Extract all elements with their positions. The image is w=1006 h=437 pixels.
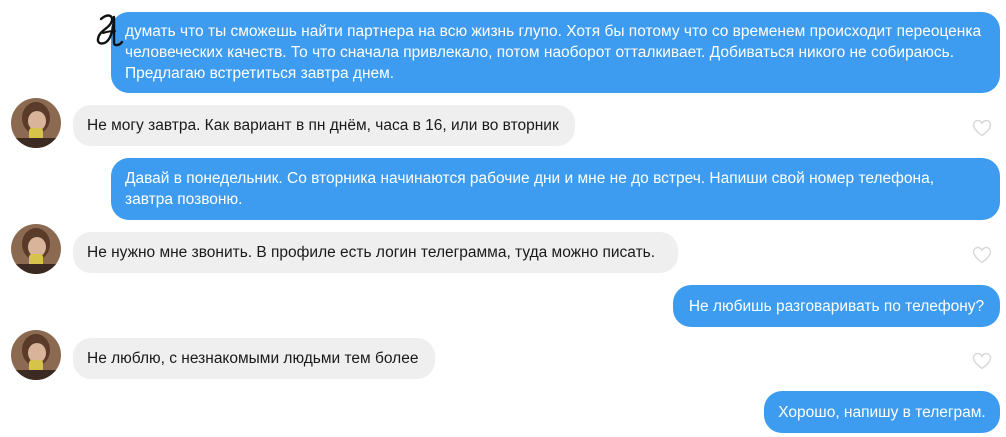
message-incoming[interactable]: Не нужно мне звонить. В профиле есть лог… bbox=[73, 232, 678, 273]
heart-outline-icon[interactable] bbox=[972, 119, 992, 137]
message-outgoing[interactable]: Хорошо, напишу в телеграм. bbox=[764, 391, 1000, 433]
contact-avatar[interactable] bbox=[11, 98, 61, 148]
message-text: Не нужно мне звонить. В профиле есть лог… bbox=[87, 244, 656, 261]
message-text: Не любишь разговаривать по телефону? bbox=[688, 298, 985, 315]
message-outgoing[interactable]: Давай в понедельник. Со вторника начинаю… bbox=[111, 158, 1000, 220]
message-text: Давай в понедельник. Со вторника начинаю… bbox=[125, 170, 935, 208]
contact-avatar[interactable] bbox=[11, 330, 61, 380]
message-text: Не люблю, с незнакомыми людьми тем более bbox=[87, 350, 419, 367]
message-text: думать что ты сможешь найти партнера на … bbox=[125, 23, 982, 82]
message-outgoing[interactable]: думать что ты сможешь найти партнера на … bbox=[111, 12, 1000, 93]
message-text: Не могу завтра. Как вариант в пн днём, ч… bbox=[87, 117, 559, 134]
heart-outline-icon[interactable] bbox=[972, 246, 992, 264]
message-incoming[interactable]: Не могу завтра. Как вариант в пн днём, ч… bbox=[73, 105, 575, 146]
contact-avatar[interactable] bbox=[11, 224, 61, 274]
chat-thread: думать что ты сможешь найти партнера на … bbox=[0, 0, 1006, 437]
heart-outline-icon[interactable] bbox=[972, 352, 992, 370]
message-incoming[interactable]: Не люблю, с незнакомыми людьми тем более bbox=[73, 338, 435, 379]
message-text: Хорошо, напишу в телеграм. bbox=[778, 404, 986, 421]
message-outgoing[interactable]: Не любишь разговаривать по телефону? bbox=[673, 285, 1000, 327]
scribble-mark-icon bbox=[96, 14, 124, 47]
